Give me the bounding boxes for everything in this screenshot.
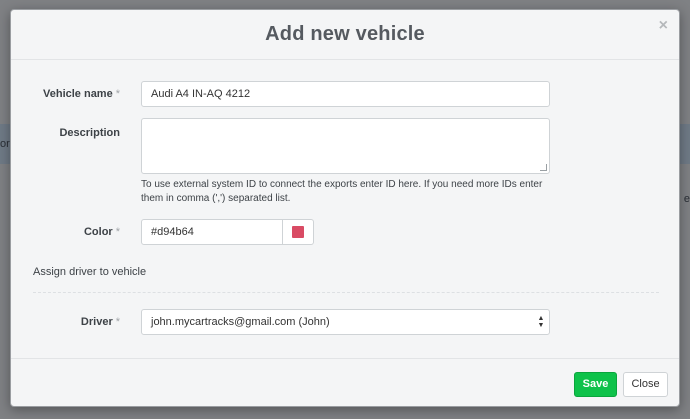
save-button[interactable]: Save [574,372,617,397]
color-input[interactable]: #d94b64 [141,219,283,245]
modal-title: Add new vehicle [265,23,425,45]
close-button[interactable]: Close [623,372,668,397]
required-mark: * [115,88,120,100]
required-mark: * [115,316,120,328]
description-label: Description [59,127,120,139]
driver-selected-value: john.mycartracks@gmail.com (John) [151,316,330,328]
required-mark: * [115,226,120,238]
vehicle-name-label: Vehicle name * [43,88,120,100]
add-vehicle-modal: Add new vehicle × Vehicle name * Audi A4 … [10,9,680,407]
vehicle-name-input[interactable]: Audi A4 IN-AQ 4212 [141,81,550,107]
color-picker-button[interactable] [283,219,314,245]
select-arrows-icon: ▲ ▼ [537,315,545,329]
assign-driver-heading: Assign driver to vehicle [33,266,147,278]
driver-select[interactable]: john.mycartracks@gmail.com (John) ▲ ▼ [141,309,550,335]
close-icon[interactable]: × [659,17,668,35]
modal-body: Vehicle name * Audi A4 IN-AQ 4212 Descrip… [11,60,679,358]
driver-label: Driver * [80,316,120,328]
resize-grip-icon[interactable] [540,164,547,171]
modal-footer: Save Close [11,358,679,406]
description-textarea[interactable] [141,118,550,174]
background-text-fragment-right: e [683,193,690,205]
section-divider [33,292,659,293]
color-label: Color * [83,226,120,238]
color-swatch [292,226,304,238]
description-help-text: To use external system ID to connect the… [141,179,543,204]
background-text-fragment: or [0,138,10,150]
modal-header: Add new vehicle × [11,10,679,60]
